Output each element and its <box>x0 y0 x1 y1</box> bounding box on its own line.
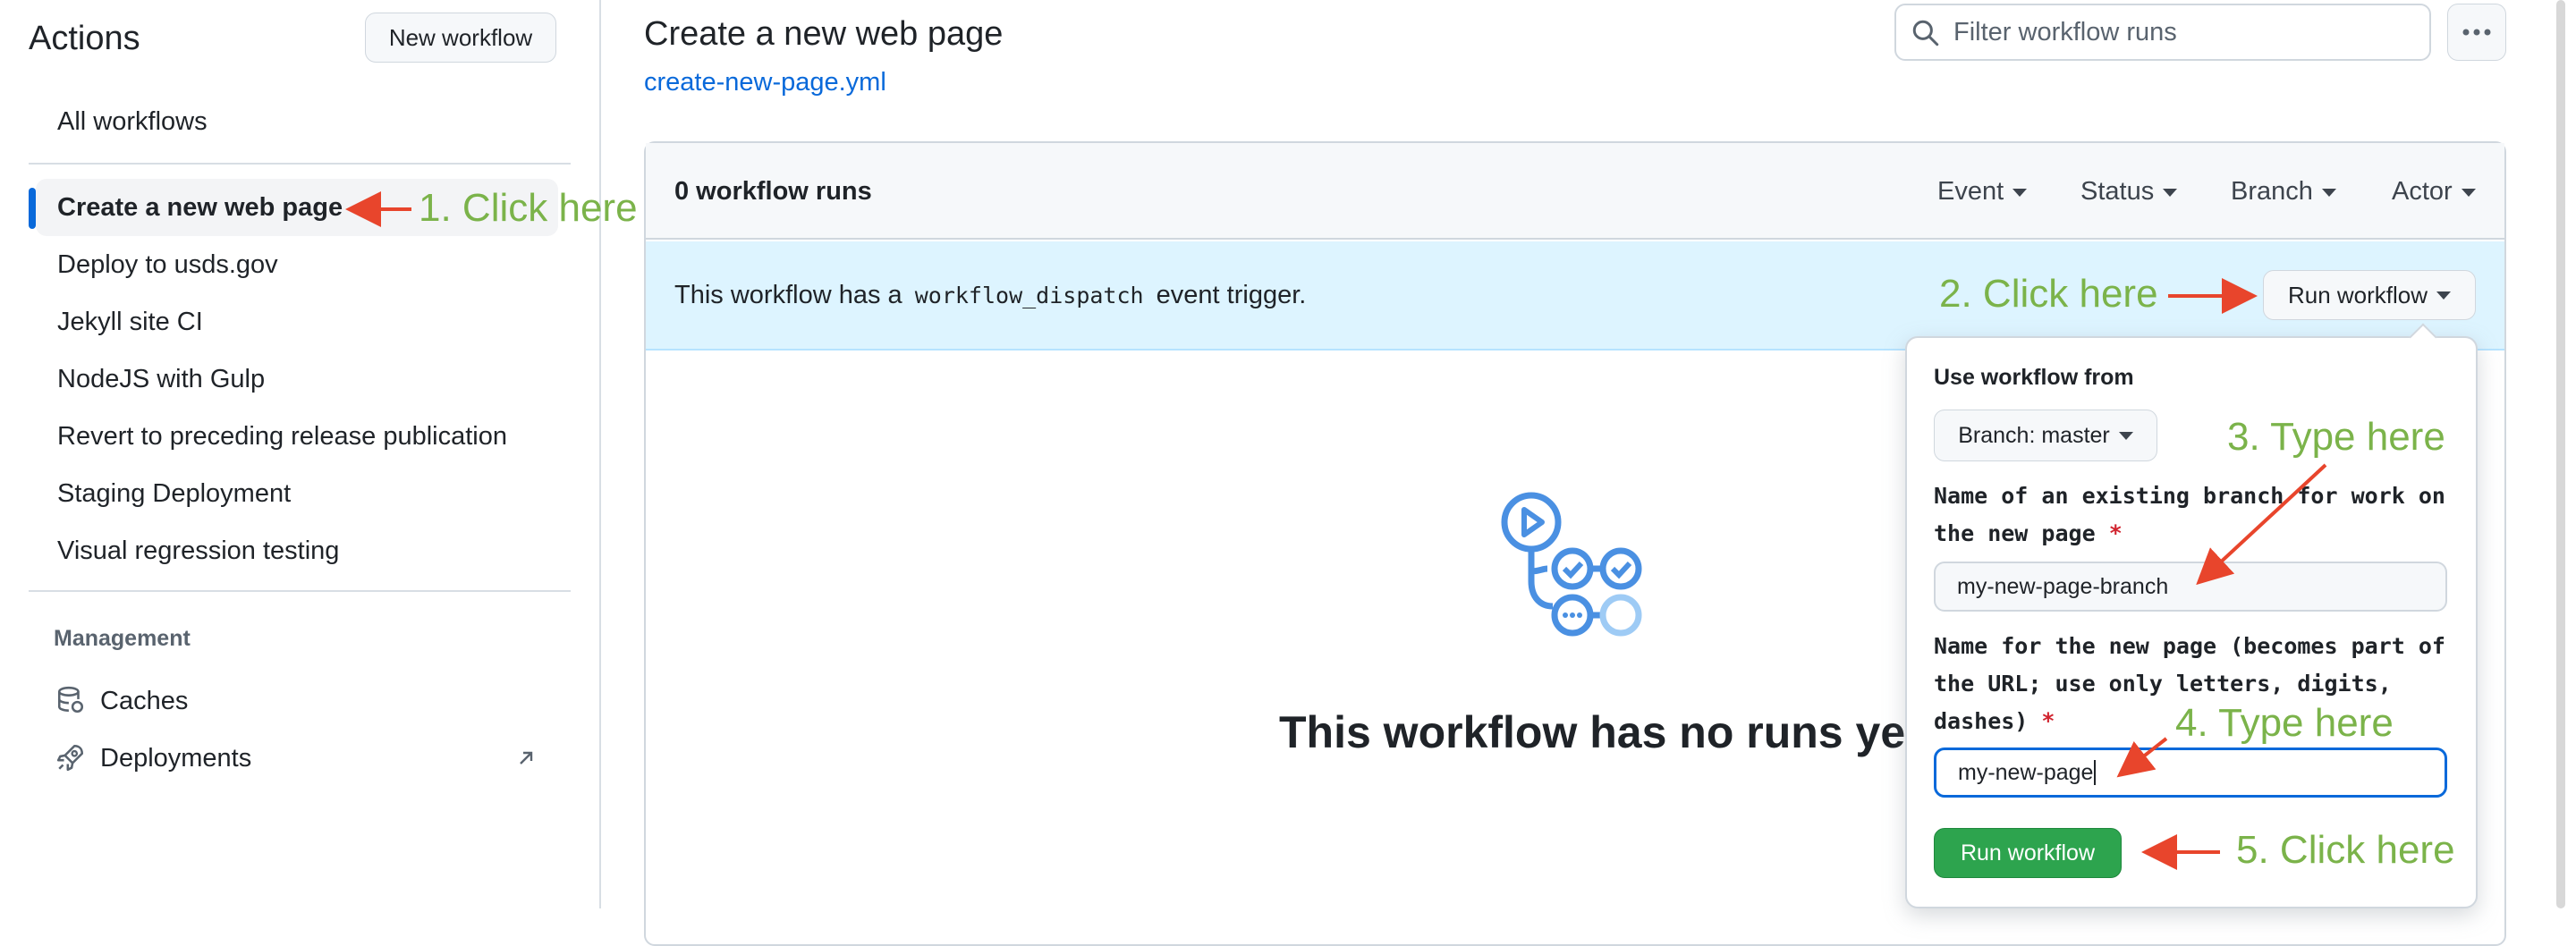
workflow-icon <box>1501 492 1642 637</box>
runs-panel-header <box>646 143 2504 240</box>
empty-state-title: This workflow has no runs yet. <box>1279 707 1933 757</box>
page-name-input[interactable]: my-new-page <box>1934 748 2447 798</box>
chevron-down-icon <box>2012 188 2028 197</box>
sidebar-item-nodejs-gulp[interactable]: NodeJS with Gulp <box>57 361 265 397</box>
chevron-down-icon <box>2461 188 2476 197</box>
chevron-down-icon <box>2118 431 2133 440</box>
actor-filter-dropdown[interactable]: Actor <box>2392 175 2476 207</box>
annotation-step-4: 4. Type here <box>2175 701 2394 745</box>
chevron-down-icon <box>2163 188 2178 197</box>
chevron-down-icon <box>2321 188 2336 197</box>
branch-name-value: my-new-page-branch <box>1957 573 2169 599</box>
dispatch-prefix: This workflow has a <box>674 281 902 309</box>
page-name-value: my-new-page <box>1958 759 2094 785</box>
dispatch-suffix: event trigger. <box>1156 281 1307 309</box>
page-scrollbar[interactable] <box>2556 0 2565 908</box>
search-icon <box>1912 20 1939 46</box>
database-icon <box>57 686 84 714</box>
arrow-up-right-icon[interactable] <box>515 748 537 769</box>
field1-label-text: Name of an existing branch for work on t… <box>1934 483 2445 546</box>
sidebar-item-all-workflows[interactable]: All workflows <box>57 104 208 139</box>
run-workflow-dropdown-button[interactable]: Run workflow <box>2263 270 2476 320</box>
annotation-step-2: 2. Click here <box>1939 272 2158 316</box>
management-heading: Management <box>54 626 191 651</box>
filter-workflow-runs-input[interactable]: Filter workflow runs <box>1894 4 2431 61</box>
kebab-horizontal-icon <box>2462 29 2491 36</box>
annotation-step-5: 5. Click here <box>2236 828 2455 872</box>
field1-label: Name of an existing branch for work on t… <box>1934 477 2453 553</box>
branch-select-button[interactable]: Branch: master <box>1934 410 2157 461</box>
event-filter-dropdown[interactable]: Event <box>1937 175 2028 207</box>
text-cursor <box>2094 760 2097 785</box>
branch-name-input[interactable]: my-new-page-branch <box>1934 562 2447 612</box>
sidebar-item-deploy-usds[interactable]: Deploy to usds.gov <box>57 247 278 283</box>
sidebar-title: Actions <box>29 20 140 57</box>
workflow-runs-count: 0 workflow runs <box>674 177 872 206</box>
branch-filter-dropdown[interactable]: Branch <box>2231 175 2336 207</box>
sidebar-item-deployments[interactable]: Deployments <box>100 740 251 776</box>
sidebar-item-jekyll[interactable]: Jekyll site CI <box>57 304 203 340</box>
dispatch-trigger-text: This workflow has a workflow_dispatch ev… <box>674 279 1306 312</box>
sidebar-separator <box>599 0 601 908</box>
sidebar-item-caches[interactable]: Caches <box>100 683 188 719</box>
sidebar-divider <box>29 163 571 165</box>
branch-select-label: Branch: master <box>1958 422 2110 448</box>
annotation-step-3: 3. Type here <box>2227 415 2445 459</box>
workflow-file-link[interactable]: create-new-page.yml <box>644 64 886 100</box>
annotation-step-1: 1. Click here <box>419 186 638 230</box>
page-title: Create a new web page <box>644 15 1004 53</box>
sidebar-selected-indicator <box>29 188 36 229</box>
sidebar-divider <box>29 590 571 592</box>
filter-placeholder: Filter workflow runs <box>1953 17 2177 46</box>
required-mark: * <box>2108 520 2123 546</box>
status-filter-dropdown[interactable]: Status <box>2080 175 2178 207</box>
run-workflow-label: Run workflow <box>2287 281 2428 308</box>
event-filter-label: Event <box>1937 177 2004 206</box>
required-mark: * <box>2041 708 2055 734</box>
run-workflow-submit-button[interactable]: Run workflow <box>1934 828 2122 878</box>
rocket-icon <box>56 744 84 772</box>
sidebar-item-create-new-web-page[interactable]: Create a new web page <box>57 190 343 225</box>
more-options-button[interactable] <box>2447 4 2506 61</box>
use-workflow-from-label: Use workflow from <box>1934 365 2134 390</box>
chevron-down-icon <box>2436 291 2452 300</box>
actor-filter-label: Actor <box>2392 177 2453 206</box>
dispatch-code: workflow_dispatch <box>914 283 1144 308</box>
status-filter-label: Status <box>2080 177 2155 206</box>
branch-filter-label: Branch <box>2231 177 2313 206</box>
new-workflow-button[interactable]: New workflow <box>365 13 556 63</box>
sidebar-item-visual-regression[interactable]: Visual regression testing <box>57 533 339 569</box>
sidebar-item-revert[interactable]: Revert to preceding release publication <box>57 418 507 454</box>
sidebar-item-staging[interactable]: Staging Deployment <box>57 476 291 511</box>
